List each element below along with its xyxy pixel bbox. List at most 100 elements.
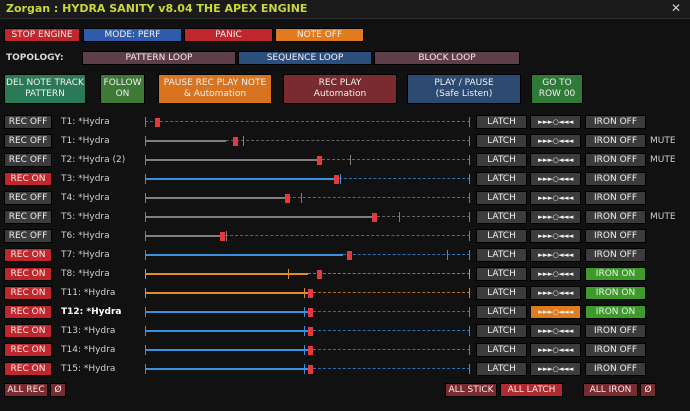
track-timeline[interactable] bbox=[145, 324, 470, 338]
fold-button[interactable]: ►►►○◄◄◄ bbox=[530, 305, 581, 319]
latch-button[interactable]: LATCH bbox=[476, 134, 527, 148]
latch-button[interactable]: LATCH bbox=[476, 115, 527, 129]
iron-toggle-button[interactable]: IRON ON bbox=[585, 267, 646, 281]
fold-button[interactable]: ►►►○◄◄◄ bbox=[530, 115, 581, 129]
iron-toggle-button[interactable]: IRON OFF bbox=[585, 153, 646, 167]
note-off-button[interactable]: NOTE OFF bbox=[275, 28, 364, 42]
rec-toggle-button[interactable]: REC OFF bbox=[4, 191, 52, 205]
playhead-cursor[interactable] bbox=[308, 346, 313, 355]
close-icon[interactable]: ✕ bbox=[671, 1, 681, 15]
track-timeline[interactable] bbox=[145, 305, 470, 319]
fold-button[interactable]: ►►►○◄◄◄ bbox=[530, 343, 581, 357]
all-rec-button[interactable]: ALL REC bbox=[4, 383, 48, 397]
playhead-cursor[interactable] bbox=[308, 327, 313, 336]
all-stick-button[interactable]: ALL STICK bbox=[445, 383, 497, 397]
latch-button[interactable]: LATCH bbox=[476, 191, 527, 205]
rec-toggle-button[interactable]: REC ON bbox=[4, 267, 52, 281]
track-timeline[interactable] bbox=[145, 115, 470, 129]
go-to-row-button[interactable]: GO TO ROW 00 bbox=[531, 74, 583, 104]
rec-toggle-button[interactable]: REC OFF bbox=[4, 229, 52, 243]
track-timeline[interactable] bbox=[145, 248, 470, 262]
playhead-cursor[interactable] bbox=[220, 232, 225, 241]
latch-button[interactable]: LATCH bbox=[476, 267, 527, 281]
fold-button[interactable]: ►►►○◄◄◄ bbox=[530, 248, 581, 262]
fold-button[interactable]: ►►►○◄◄◄ bbox=[530, 191, 581, 205]
track-timeline[interactable] bbox=[145, 343, 470, 357]
clear-rec-button[interactable]: Ø bbox=[50, 383, 66, 397]
rec-toggle-button[interactable]: REC ON bbox=[4, 172, 52, 186]
playhead-cursor[interactable] bbox=[308, 365, 313, 374]
mode-button[interactable]: MODE: PERF bbox=[83, 28, 182, 42]
latch-button[interactable]: LATCH bbox=[476, 210, 527, 224]
track-timeline[interactable] bbox=[145, 153, 470, 167]
track-timeline[interactable] bbox=[145, 134, 470, 148]
playhead-cursor[interactable] bbox=[372, 213, 377, 222]
playhead-cursor[interactable] bbox=[308, 308, 313, 317]
rec-toggle-button[interactable]: REC ON bbox=[4, 343, 52, 357]
del-note-track-pattern-button[interactable]: DEL NOTE TRACK PATTERN bbox=[4, 74, 86, 104]
rec-toggle-button[interactable]: REC OFF bbox=[4, 115, 52, 129]
rec-toggle-button[interactable]: REC ON bbox=[4, 286, 52, 300]
track-timeline[interactable] bbox=[145, 172, 470, 186]
fold-button[interactable]: ►►►○◄◄◄ bbox=[530, 172, 581, 186]
latch-button[interactable]: LATCH bbox=[476, 248, 527, 262]
fold-button[interactable]: ►►►○◄◄◄ bbox=[530, 210, 581, 224]
iron-toggle-button[interactable]: IRON OFF bbox=[585, 191, 646, 205]
pattern-loop-button[interactable]: PATTERN LOOP bbox=[82, 51, 236, 65]
playhead-cursor[interactable] bbox=[285, 194, 290, 203]
clear-iron-button[interactable]: Ø bbox=[640, 383, 656, 397]
latch-button[interactable]: LATCH bbox=[476, 153, 527, 167]
rec-toggle-button[interactable]: REC ON bbox=[4, 324, 52, 338]
fold-button[interactable]: ►►►○◄◄◄ bbox=[530, 134, 581, 148]
iron-toggle-button[interactable]: IRON OFF bbox=[585, 115, 646, 129]
rec-toggle-button[interactable]: REC OFF bbox=[4, 210, 52, 224]
latch-button[interactable]: LATCH bbox=[476, 229, 527, 243]
latch-button[interactable]: LATCH bbox=[476, 172, 527, 186]
playhead-cursor[interactable] bbox=[233, 137, 238, 146]
track-timeline[interactable] bbox=[145, 267, 470, 281]
rec-toggle-button[interactable]: REC ON bbox=[4, 362, 52, 376]
playhead-cursor[interactable] bbox=[317, 156, 322, 165]
iron-toggle-button[interactable]: IRON OFF bbox=[585, 229, 646, 243]
track-timeline[interactable] bbox=[145, 210, 470, 224]
follow-on-button[interactable]: FOLLOW ON bbox=[100, 74, 145, 104]
fold-button[interactable]: ►►►○◄◄◄ bbox=[530, 229, 581, 243]
all-iron-button[interactable]: ALL IRON bbox=[583, 383, 638, 397]
latch-button[interactable]: LATCH bbox=[476, 343, 527, 357]
playhead-cursor[interactable] bbox=[334, 175, 339, 184]
iron-toggle-button[interactable]: IRON OFF bbox=[585, 172, 646, 186]
sequence-loop-button[interactable]: SEQUENCE LOOP bbox=[238, 51, 372, 65]
fold-button[interactable]: ►►►○◄◄◄ bbox=[530, 153, 581, 167]
all-latch-button[interactable]: ALL LATCH bbox=[500, 383, 563, 397]
iron-toggle-button[interactable]: IRON OFF bbox=[585, 324, 646, 338]
fold-button[interactable]: ►►►○◄◄◄ bbox=[530, 324, 581, 338]
iron-toggle-button[interactable]: IRON OFF bbox=[585, 343, 646, 357]
rec-toggle-button[interactable]: REC OFF bbox=[4, 134, 52, 148]
playhead-cursor[interactable] bbox=[155, 118, 160, 127]
block-loop-button[interactable]: BLOCK LOOP bbox=[374, 51, 520, 65]
fold-button[interactable]: ►►►○◄◄◄ bbox=[530, 286, 581, 300]
iron-toggle-button[interactable]: IRON OFF bbox=[585, 134, 646, 148]
fold-button[interactable]: ►►►○◄◄◄ bbox=[530, 267, 581, 281]
track-timeline[interactable] bbox=[145, 229, 470, 243]
iron-toggle-button[interactable]: IRON ON bbox=[585, 286, 646, 300]
iron-toggle-button[interactable]: IRON ON bbox=[585, 305, 646, 319]
track-timeline[interactable] bbox=[145, 191, 470, 205]
play-pause-button[interactable]: PLAY / PAUSE (Safe Listen) bbox=[407, 74, 521, 104]
track-timeline[interactable] bbox=[145, 286, 470, 300]
rec-toggle-button[interactable]: REC ON bbox=[4, 305, 52, 319]
iron-toggle-button[interactable]: IRON OFF bbox=[585, 210, 646, 224]
panic-button[interactable]: PANIC bbox=[184, 28, 273, 42]
track-timeline[interactable] bbox=[145, 362, 470, 376]
iron-toggle-button[interactable]: IRON OFF bbox=[585, 362, 646, 376]
fold-button[interactable]: ►►►○◄◄◄ bbox=[530, 362, 581, 376]
pause-rec-play-note-button[interactable]: PAUSE REC PLAY NOTE & Automation bbox=[158, 74, 272, 104]
latch-button[interactable]: LATCH bbox=[476, 286, 527, 300]
playhead-cursor[interactable] bbox=[317, 270, 322, 279]
stop-engine-button[interactable]: STOP ENGINE bbox=[4, 28, 80, 42]
latch-button[interactable]: LATCH bbox=[476, 305, 527, 319]
rec-toggle-button[interactable]: REC OFF bbox=[4, 153, 52, 167]
rec-toggle-button[interactable]: REC ON bbox=[4, 248, 52, 262]
playhead-cursor[interactable] bbox=[308, 289, 313, 298]
playhead-cursor[interactable] bbox=[347, 251, 352, 260]
